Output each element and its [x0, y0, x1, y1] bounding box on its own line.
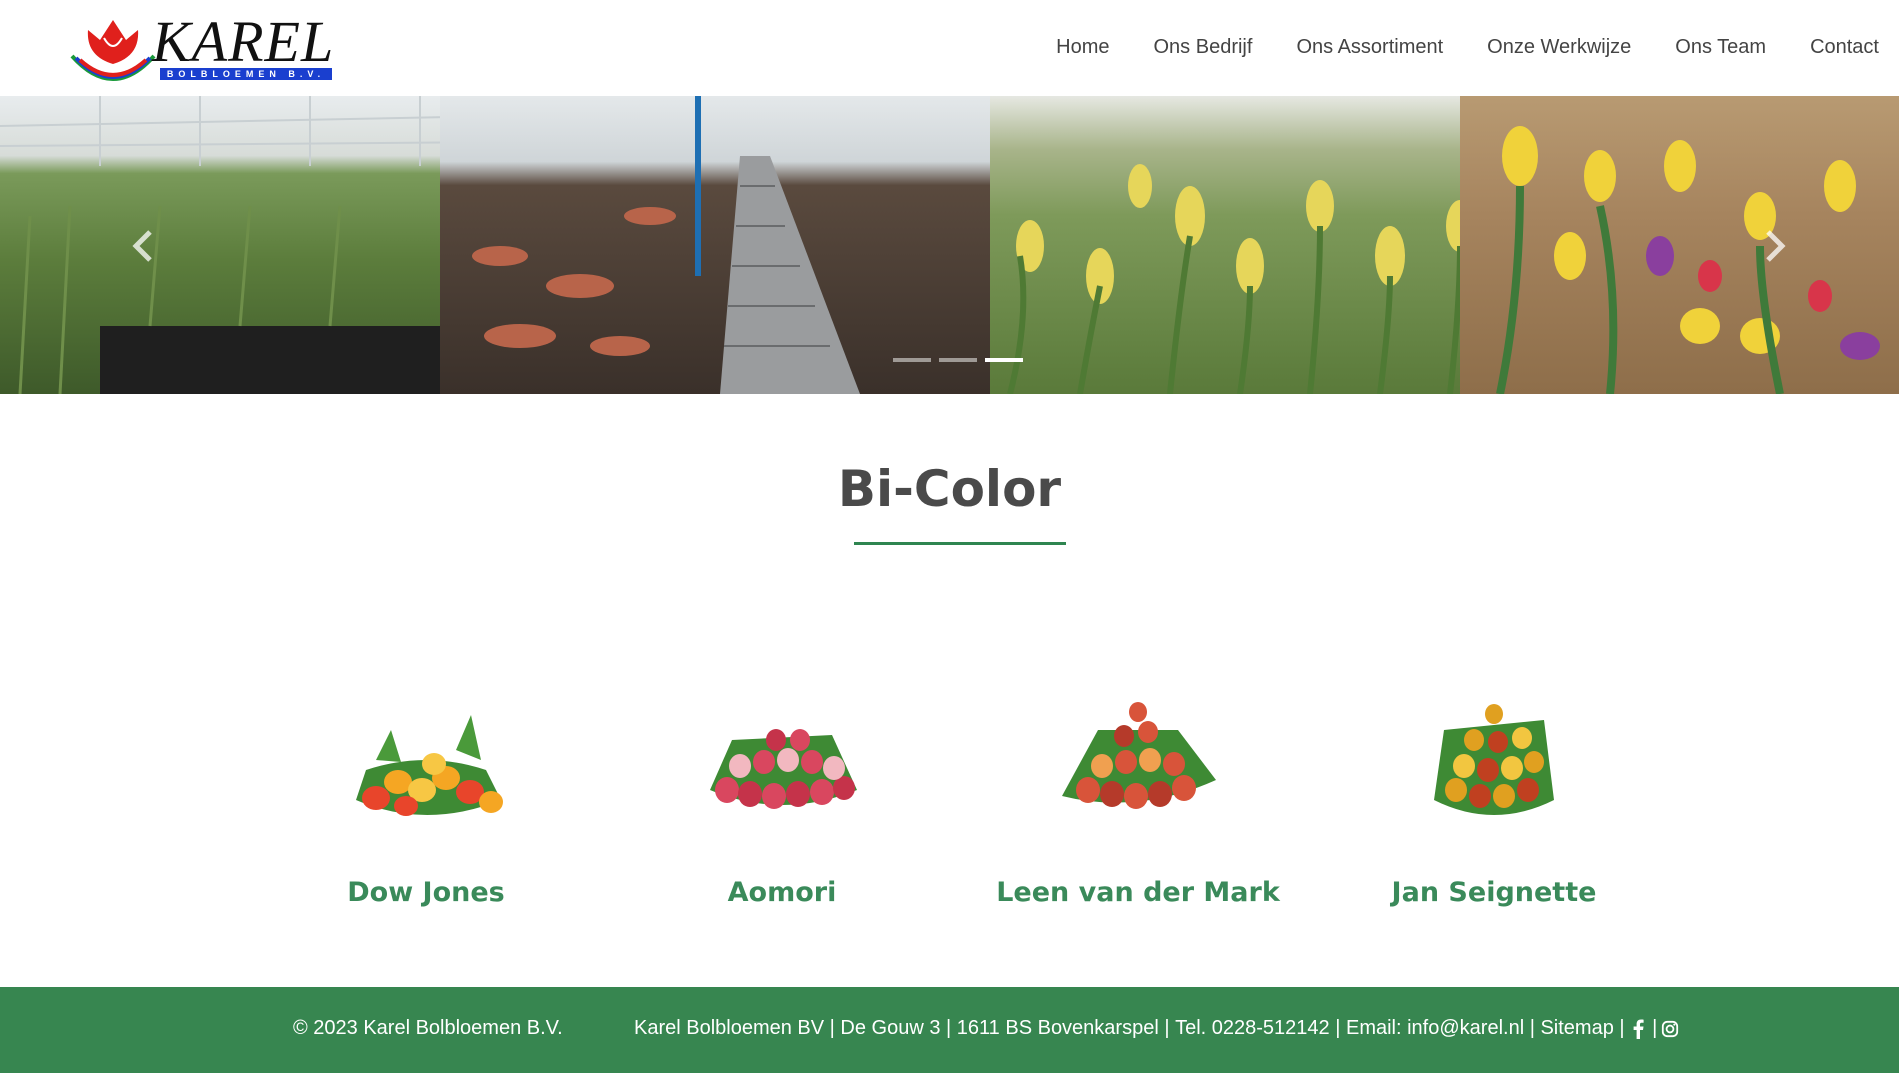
- greenhouse-image: [0, 96, 500, 394]
- product-card[interactable]: Leen van der Mark: [988, 690, 1288, 908]
- tulip-bouquet-image: [710, 729, 857, 809]
- product-card[interactable]: Aomori: [632, 690, 932, 908]
- footer-separator: |: [1613, 1017, 1631, 1039]
- instagram-icon[interactable]: [1661, 1019, 1679, 1039]
- tulip-logo-icon: [70, 20, 156, 81]
- site-footer: © 2023 Karel Bolbloemen B.V. Karel Bolbl…: [0, 987, 1899, 1073]
- footer-company: Karel Bolbloemen BV: [634, 1017, 825, 1039]
- nav-item-contact[interactable]: Contact: [1810, 36, 1879, 59]
- conveyor-image: [440, 96, 1000, 394]
- product-name[interactable]: Aomori: [632, 877, 932, 908]
- carousel-next-button[interactable]: [1760, 226, 1790, 266]
- footer-separator: |: [1329, 1017, 1346, 1039]
- footer-email-label: Email:: [1345, 1017, 1408, 1039]
- tulip-bouquet-image: [356, 715, 503, 816]
- footer-separator: |: [1524, 1017, 1541, 1039]
- footer-sitemap-link[interactable]: Sitemap: [1540, 1017, 1613, 1040]
- yellow-tulips-image: [990, 96, 1510, 394]
- carousel-indicator-3[interactable]: [985, 358, 1023, 362]
- product-name[interactable]: Dow Jones: [276, 877, 576, 908]
- title-underline: [854, 542, 1066, 545]
- logo-wordmark: KAREL: [152, 9, 335, 74]
- footer-phone[interactable]: Tel. 0228-512142: [1175, 1017, 1330, 1040]
- carousel-indicators: [893, 358, 1023, 362]
- footer-email-link[interactable]: info@karel.nl: [1407, 1017, 1524, 1040]
- carousel-indicator-1[interactable]: [893, 358, 931, 362]
- carousel-prev-button[interactable]: [128, 226, 158, 266]
- footer-contact-info: Karel Bolbloemen BV | De Gouw 3 | 1611 B…: [634, 1017, 1679, 1040]
- footer-separator: |: [1158, 1017, 1176, 1039]
- tulip-bouquet-image: [1434, 704, 1554, 815]
- product-name[interactable]: Jan Seignette: [1344, 877, 1644, 908]
- chevron-right-icon: [1766, 230, 1786, 262]
- nav-item-ons-team[interactable]: Ons Team: [1675, 36, 1766, 59]
- footer-separator: |: [1652, 1017, 1658, 1039]
- nav-item-onze-werkwijze[interactable]: Onze Werkwijze: [1487, 36, 1631, 59]
- footer-city: 1611 BS Bovenkarspel: [956, 1017, 1159, 1039]
- product-card[interactable]: Dow Jones: [276, 690, 576, 908]
- chevron-left-icon: [132, 230, 152, 262]
- facebook-icon[interactable]: [1630, 1019, 1648, 1039]
- tulip-bouquet-image: [1062, 702, 1216, 809]
- logo-subtitle: BOLBLOEMEN B.V.: [160, 68, 332, 80]
- product-card[interactable]: Jan Seignette: [1344, 690, 1644, 908]
- carousel-indicator-2[interactable]: [939, 358, 977, 362]
- site-header: KAREL BOLBLOEMEN B.V. Home Ons Bedrijf O…: [0, 0, 1899, 96]
- nav-item-home[interactable]: Home: [1056, 36, 1109, 59]
- karel-logo[interactable]: KAREL BOLBLOEMEN B.V.: [68, 9, 338, 84]
- bouquets-image: [1460, 96, 1899, 394]
- hero-carousel: [0, 96, 1899, 394]
- footer-address: De Gouw 3: [840, 1017, 941, 1039]
- nav-item-ons-assortiment[interactable]: Ons Assortiment: [1296, 36, 1443, 59]
- footer-copyright: © 2023 Karel Bolbloemen B.V.: [293, 1017, 563, 1039]
- footer-separator: |: [824, 1017, 841, 1039]
- product-name[interactable]: Leen van der Mark: [988, 877, 1288, 908]
- nav-item-ons-bedrijf[interactable]: Ons Bedrijf: [1154, 36, 1253, 59]
- page-title: Bi-Color: [837, 460, 1062, 518]
- footer-separator: |: [940, 1017, 957, 1039]
- main-nav: Home Ons Bedrijf Ons Assortiment Onze We…: [1012, 36, 1879, 59]
